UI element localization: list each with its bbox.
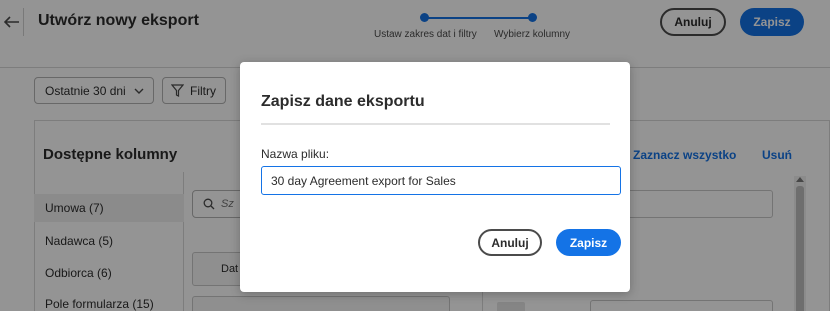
file-name-input[interactable] <box>261 166 621 195</box>
dialog-cancel-button[interactable]: Anuluj <box>478 229 542 256</box>
save-export-dialog: Zapisz dane eksportu Nazwa pliku: Anuluj… <box>240 62 630 292</box>
dialog-divider <box>261 123 610 125</box>
dialog-save-button[interactable]: Zapisz <box>556 229 621 256</box>
file-name-label: Nazwa pliku: <box>261 147 330 161</box>
dialog-title: Zapisz dane eksportu <box>261 93 425 110</box>
